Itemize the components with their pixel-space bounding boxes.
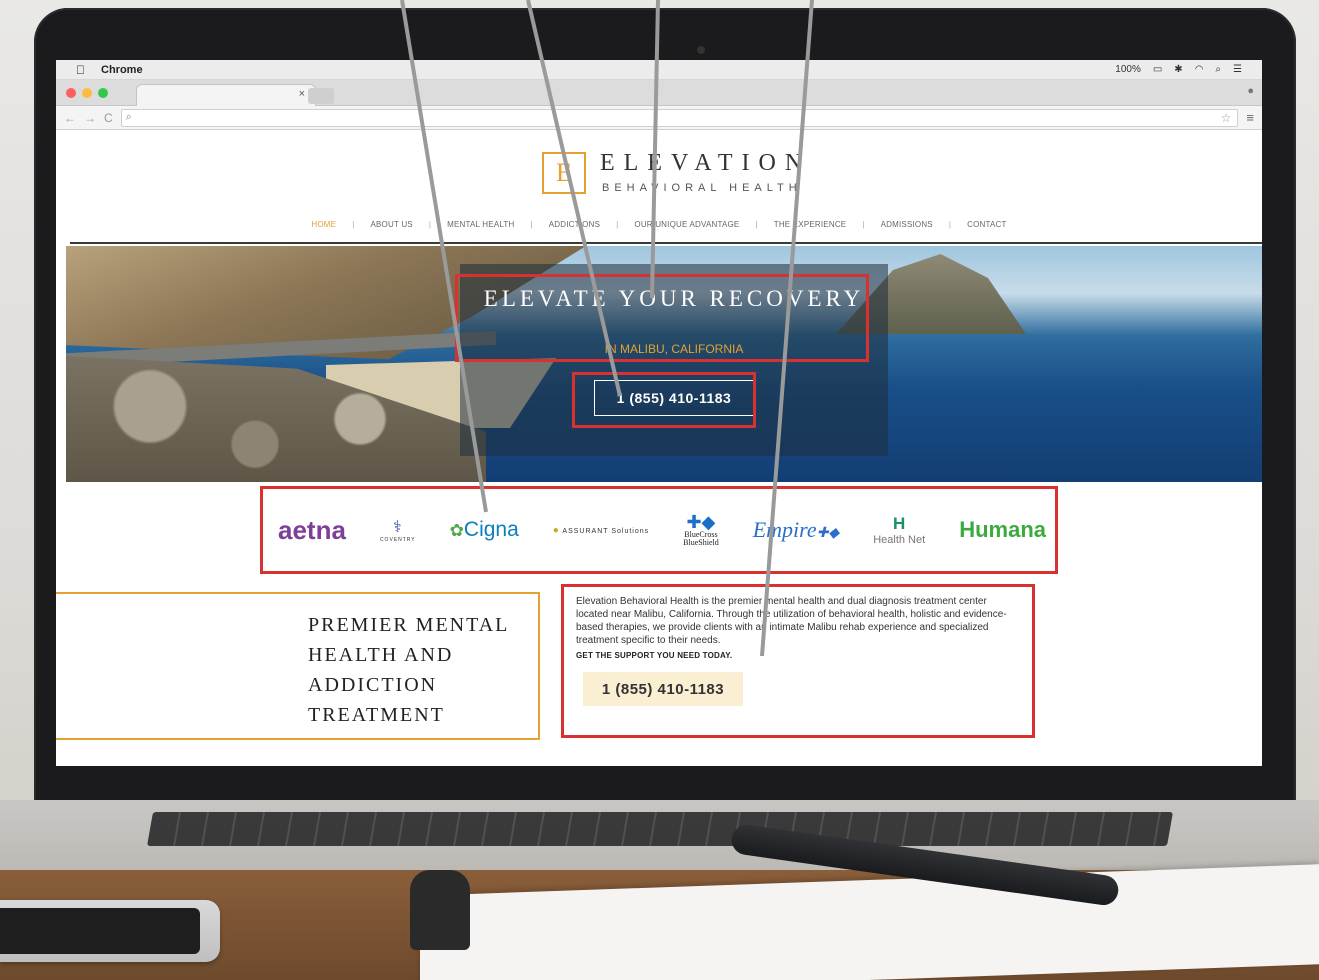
- healthnet-icon: H: [893, 514, 906, 533]
- browser-tabbar: × ●: [56, 80, 1262, 106]
- smartphone-screen: [0, 908, 200, 954]
- main-nav: HOME | ABOUT US | MENTAL HEALTH | ADDICTION…: [311, 220, 1007, 229]
- reload-icon[interactable]: C: [104, 111, 113, 125]
- profile-icon[interactable]: ●: [1247, 85, 1254, 97]
- humana-logo: Humana: [959, 517, 1046, 542]
- laptop-screen:  Chrome 100% ▭ ✱ ◠ ⌕ ☰ × ● ← → C ⌕ ☆ ≡: [56, 60, 1262, 766]
- smartphone: [0, 900, 220, 962]
- binder-clip: [410, 870, 470, 950]
- nav-unique-advantage[interactable]: OUR UNIQUE ADVANTAGE: [634, 220, 739, 229]
- coventry-logo: ⚕ COVENTRY: [380, 517, 416, 543]
- hero-panel: ELEVATE YOUR RECOVERY IN MALIBU, CALIFOR…: [460, 264, 888, 456]
- tab-close-icon[interactable]: ×: [299, 88, 305, 100]
- premier-title: PREMIER MENTAL HEALTH AND ADDICTION TREA…: [308, 614, 509, 726]
- premier-box: PREMIER MENTAL HEALTH AND ADDICTION TREA…: [56, 592, 540, 740]
- description-text: Elevation Behavioral Health is the premi…: [576, 596, 1007, 646]
- description-section: Elevation Behavioral Health is the premi…: [576, 595, 1016, 706]
- battery-percent: 100%: [1115, 64, 1141, 75]
- cigna-logo: ✿Cigna: [450, 518, 519, 542]
- window-controls: [66, 88, 108, 98]
- browser-toolbar: ← → C ⌕ ☆ ≡: [56, 106, 1262, 130]
- bluetooth-icon[interactable]: ✱: [1174, 64, 1182, 75]
- nav-divider: [70, 242, 1262, 244]
- bookmark-star-icon[interactable]: ☆: [1221, 111, 1232, 125]
- bcbs-icon: ✚◆: [686, 512, 716, 532]
- assurant-logo: ● ASSURANT Solutions: [553, 525, 649, 536]
- logo-subtitle: BEHAVIORAL HEALTH: [602, 182, 802, 194]
- assurant-icon: ●: [552, 524, 560, 536]
- assurant-label: ASSURANT Solutions: [562, 527, 650, 535]
- nav-about-us[interactable]: ABOUT US: [370, 220, 412, 229]
- browser-tab[interactable]: ×: [136, 84, 316, 106]
- laptop-keyboard: [147, 812, 1173, 846]
- coventry-label: COVENTRY: [379, 537, 416, 543]
- wifi-icon[interactable]: ◠: [1195, 64, 1204, 75]
- forward-icon[interactable]: →: [84, 111, 96, 125]
- minimize-window-button[interactable]: [82, 88, 92, 98]
- empire-label: Empire: [752, 517, 817, 542]
- empire-icon: ✚◆: [816, 526, 840, 541]
- address-bar[interactable]: ⌕ ☆: [120, 108, 1239, 127]
- logo-mark[interactable]: E: [542, 152, 586, 194]
- hero-title: ELEVATE YOUR RECOVERY: [483, 286, 865, 311]
- mac-menubar:  Chrome 100% ▭ ✱ ◠ ⌕ ☰: [56, 60, 1262, 80]
- healthnet-logo: H Health Net: [873, 514, 925, 546]
- close-window-button[interactable]: [66, 88, 76, 98]
- menubar-status: 100% ▭ ✱ ◠ ⌕ ☰: [1115, 64, 1242, 75]
- hero-subtitle: IN MALIBU, CALIFORNIA: [604, 342, 744, 356]
- insurance-logos: aetna ⚕ COVENTRY ✿Cigna ● ASSURANT Soluti…: [268, 494, 1056, 566]
- nav-addictions[interactable]: ADDICTIONS: [549, 220, 600, 229]
- hero-banner: ELEVATE YOUR RECOVERY IN MALIBU, CALIFOR…: [66, 246, 1262, 482]
- maximize-window-button[interactable]: [98, 88, 108, 98]
- omnibox-search-icon: ⌕: [125, 111, 132, 123]
- empire-logo: Empire✚◆: [753, 517, 839, 543]
- new-tab-button[interactable]: [308, 88, 334, 104]
- nav-mental-health[interactable]: MENTAL HEALTH: [447, 220, 514, 229]
- camera: [697, 46, 705, 54]
- healthnet-label: Health Net: [873, 534, 926, 546]
- coventry-icon: ⚕: [392, 519, 403, 536]
- nav-admissions[interactable]: ADMISSIONS: [881, 220, 933, 229]
- nav-home[interactable]: HOME: [311, 220, 336, 229]
- back-icon[interactable]: ←: [64, 111, 76, 125]
- site-header: E ELEVATION BEHAVIORAL HEALTH HOME | ABOU…: [56, 130, 1262, 244]
- aetna-logo: aetna: [278, 514, 346, 545]
- notification-icon[interactable]: ☰: [1233, 64, 1242, 75]
- nav-contact[interactable]: CONTACT: [967, 220, 1006, 229]
- battery-icon[interactable]: ▭: [1153, 64, 1162, 75]
- search-icon[interactable]: ⌕: [1215, 64, 1221, 75]
- cigna-tree-icon: ✿: [449, 521, 464, 540]
- cta-text: GET THE SUPPORT YOU NEED TODAY.: [576, 651, 733, 660]
- bcbs-line2: BlueShield: [683, 538, 719, 547]
- cigna-label: Cigna: [463, 518, 519, 541]
- bcbs-logo: ✚◆ BlueCross BlueShield: [683, 513, 719, 547]
- apple-icon[interactable]: : [76, 63, 85, 77]
- nav-the-experience[interactable]: THE EXPERIENCE: [774, 220, 847, 229]
- hero-phone-button[interactable]: 1 (855) 410-1183: [594, 380, 754, 416]
- cta-phone-button[interactable]: 1 (855) 410-1183: [583, 672, 743, 706]
- logo-name[interactable]: ELEVATION: [600, 150, 811, 177]
- chrome-menu-icon[interactable]: ≡: [1246, 110, 1254, 125]
- menubar-app-name[interactable]: Chrome: [101, 64, 143, 76]
